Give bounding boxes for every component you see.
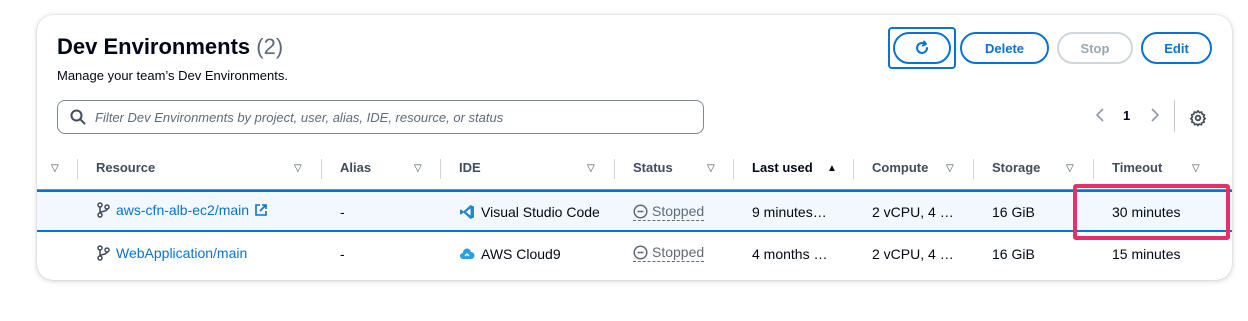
refresh-button[interactable] xyxy=(893,32,951,64)
external-link-icon[interactable] xyxy=(254,203,268,217)
delete-button[interactable]: Delete xyxy=(960,32,1049,64)
column-header-resource[interactable]: Resource xyxy=(96,160,155,175)
ide-cell: Visual Studio Code xyxy=(459,204,600,220)
page-title: Dev Environments (2) xyxy=(57,34,283,60)
compute-cell: 2 vCPU, 4 … xyxy=(872,204,954,220)
timeout-cell: 15 minutes xyxy=(1112,246,1181,262)
previous-page-icon[interactable] xyxy=(1094,107,1106,126)
environment-count: (2) xyxy=(256,34,284,59)
column-divider xyxy=(973,159,974,179)
resource-link[interactable]: WebApplication/main xyxy=(116,245,247,261)
stop-button[interactable]: Stop xyxy=(1057,32,1133,64)
storage-cell: 16 GiB xyxy=(992,246,1035,262)
filter-placeholder: Filter Dev Environments by project, user… xyxy=(95,109,504,125)
refresh-focus-ring xyxy=(888,27,956,69)
search-icon xyxy=(70,109,86,125)
alias-cell: - xyxy=(340,204,345,220)
column-header-ide[interactable]: IDE xyxy=(459,160,481,175)
edit-button[interactable]: Edit xyxy=(1141,32,1212,64)
title-text: Dev Environments xyxy=(57,34,251,59)
branch-icon xyxy=(97,245,110,261)
column-header-alias[interactable]: Alias xyxy=(340,160,371,175)
page-description: Manage your team’s Dev Environments. xyxy=(57,68,288,83)
resource-cell[interactable]: aws-cfn-alb-ec2/main xyxy=(96,202,268,218)
column-divider xyxy=(321,159,322,179)
last-used-cell: 9 minutes… xyxy=(752,204,827,220)
storage-sort-icon[interactable]: ▽ xyxy=(1066,163,1074,174)
column-divider xyxy=(614,159,615,179)
status-text: Stopped xyxy=(652,203,705,219)
status-sort-icon[interactable]: ▽ xyxy=(707,163,715,174)
stopped-icon xyxy=(633,244,648,260)
ide-name: AWS Cloud9 xyxy=(481,246,561,262)
next-page-icon[interactable] xyxy=(1149,107,1161,126)
column-divider xyxy=(853,159,854,179)
compute-cell: 2 vCPU, 4 … xyxy=(872,246,954,262)
column-divider xyxy=(77,159,78,179)
timeout-highlight-box xyxy=(1073,184,1230,240)
ide-sort-icon[interactable]: ▽ xyxy=(587,163,595,174)
filter-input[interactable]: Filter Dev Environments by project, user… xyxy=(57,100,704,134)
last-used-cell: 4 months … xyxy=(752,246,828,262)
timeout-sort-icon[interactable]: ▽ xyxy=(1192,163,1200,174)
alias-sort-icon[interactable]: ▽ xyxy=(414,163,422,174)
settings-gear-icon[interactable] xyxy=(1189,109,1207,132)
column-header-compute[interactable]: Compute xyxy=(872,160,928,175)
select-column-sort-icon[interactable]: ▽ xyxy=(51,163,59,174)
vscode-icon xyxy=(460,205,474,219)
column-divider xyxy=(1093,159,1094,179)
resource-sort-icon[interactable]: ▽ xyxy=(294,163,302,174)
branch-icon xyxy=(97,202,110,218)
status-text: Stopped xyxy=(652,244,705,260)
alias-cell: - xyxy=(340,246,345,262)
stopped-icon xyxy=(633,203,648,219)
resource-link[interactable]: aws-cfn-alb-ec2/main xyxy=(116,202,249,218)
column-divider xyxy=(440,159,441,179)
ide-cell: AWS Cloud9 xyxy=(459,246,561,262)
resource-cell[interactable]: WebApplication/main xyxy=(96,245,247,261)
ide-name: Visual Studio Code xyxy=(481,204,600,220)
compute-sort-icon[interactable]: ▽ xyxy=(946,163,954,174)
status-cell: Stopped xyxy=(633,203,705,221)
last-used-sort-ascending-icon[interactable]: ▲ xyxy=(827,163,837,174)
dev-environments-panel: Dev Environments (2) Manage your team’s … xyxy=(37,15,1232,280)
column-header-last-used[interactable]: Last used xyxy=(752,160,813,175)
cloud9-icon xyxy=(460,248,475,259)
refresh-icon xyxy=(916,40,928,54)
storage-cell: 16 GiB xyxy=(992,204,1035,220)
column-divider xyxy=(733,159,734,179)
pagination-divider xyxy=(1174,100,1175,132)
column-header-timeout[interactable]: Timeout xyxy=(1112,160,1162,175)
status-cell: Stopped xyxy=(633,244,705,262)
current-page[interactable]: 1 xyxy=(1123,108,1130,123)
column-header-status[interactable]: Status xyxy=(633,160,673,175)
column-header-storage[interactable]: Storage xyxy=(992,160,1040,175)
